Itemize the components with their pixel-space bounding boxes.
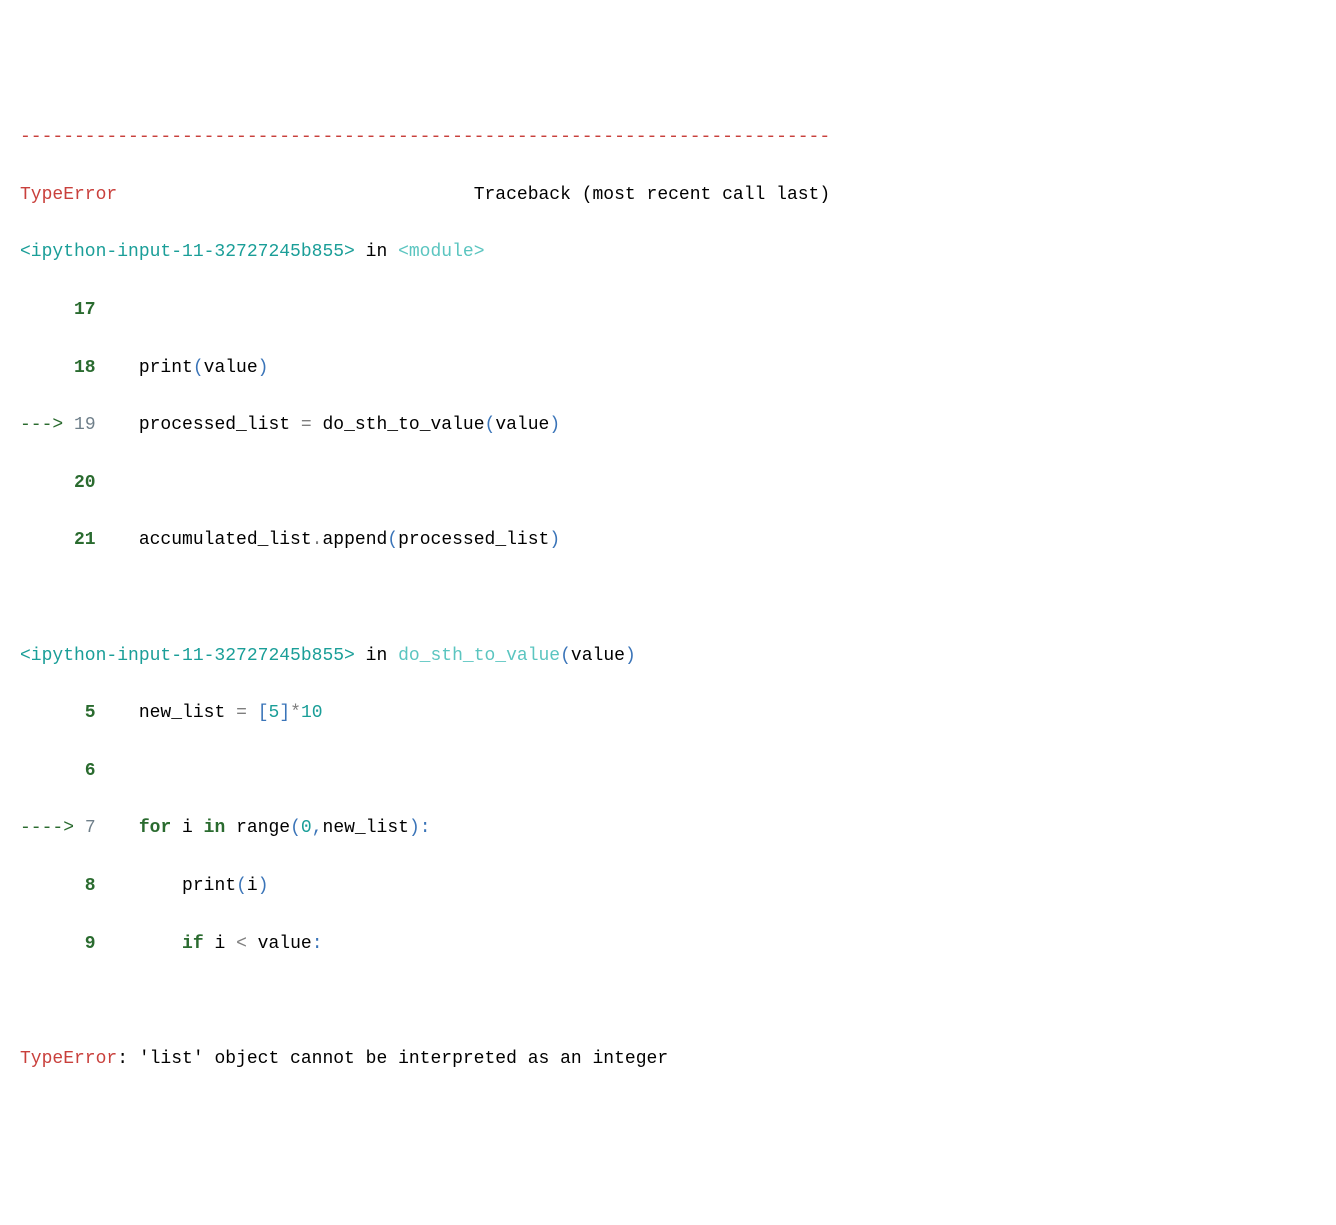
blank-line	[20, 584, 1316, 613]
eq-operator: =	[236, 703, 247, 723]
final-error-message: 'list' object cannot be interpreted as a…	[139, 1049, 668, 1069]
frame2-in: in	[355, 646, 398, 666]
paren-close: )	[549, 415, 560, 435]
line-7-i: i	[171, 818, 203, 838]
in-keyword: in	[204, 818, 226, 838]
frame1-module: <module>	[398, 242, 484, 262]
colon: :	[312, 934, 323, 954]
frame2-location: <ipython-input-11-32727245b855> in do_st…	[20, 642, 1316, 671]
line-num-5: 5	[20, 703, 96, 723]
line-num-19: 19	[74, 415, 96, 435]
paren-close: )	[625, 646, 636, 666]
traceback-header: TypeError Traceback (most recent call la…	[20, 181, 1316, 210]
line-7-pad	[96, 818, 139, 838]
code-line-7: ----> 7 for i in range(0,new_list):	[20, 814, 1316, 843]
code-line-9: 9 if i < value:	[20, 930, 1316, 959]
line-7-zero: 0	[301, 818, 312, 838]
line-5-space	[247, 703, 258, 723]
final-colon: :	[117, 1049, 139, 1069]
frame2-func: do_sth_to_value	[398, 646, 560, 666]
paren-open: (	[485, 415, 496, 435]
line-21-var: accumulated_list	[96, 530, 312, 550]
error-type-label: TypeError	[20, 185, 117, 205]
line-5-ten: 10	[301, 703, 323, 723]
bracket-open: [	[258, 703, 269, 723]
code-line-21: 21 accumulated_list.append(processed_lis…	[20, 526, 1316, 555]
line-num-8: 8	[20, 876, 96, 896]
code-line-18: 18 print(value)	[20, 354, 1316, 383]
paren-close: )	[258, 358, 269, 378]
line-5-var: new_list	[96, 703, 236, 723]
paren-open: (	[236, 876, 247, 896]
line-18-value: value	[204, 358, 258, 378]
lt-operator: <	[236, 934, 247, 954]
paren-close-colon: ):	[409, 818, 431, 838]
line-9-pad	[96, 934, 182, 954]
frame2-source: <ipython-input-11-32727245b855>	[20, 646, 355, 666]
paren-close: )	[258, 876, 269, 896]
comma: ,	[312, 818, 323, 838]
for-keyword: for	[139, 818, 171, 838]
line-19-arg: value	[495, 415, 549, 435]
line-num-21: 21	[20, 530, 96, 550]
paren-close: )	[549, 530, 560, 550]
line-9-value: value	[247, 934, 312, 954]
line-21-arg: processed_list	[398, 530, 549, 550]
dot-operator: .	[312, 530, 323, 550]
line-num-7: 7	[85, 818, 96, 838]
line-18-print: print	[96, 358, 193, 378]
frame1-in: in	[355, 242, 398, 262]
line-7-range: range	[225, 818, 290, 838]
code-line-8: 8 print(i)	[20, 872, 1316, 901]
line-19-func: do_sth_to_value	[312, 415, 485, 435]
paren-open: (	[290, 818, 301, 838]
if-keyword: if	[182, 934, 204, 954]
code-line-19: ---> 19 processed_list = do_sth_to_value…	[20, 411, 1316, 440]
frame1-source: <ipython-input-11-32727245b855>	[20, 242, 355, 262]
arrow-19: --->	[20, 415, 74, 435]
eq-operator: =	[301, 415, 312, 435]
line-num-6: 6	[20, 761, 96, 781]
bracket-close: ]	[279, 703, 290, 723]
line-7-newlist: new_list	[323, 818, 409, 838]
line-9-i: i	[204, 934, 236, 954]
line-8-pad: print	[96, 876, 236, 896]
arrow-7: ---->	[20, 818, 85, 838]
line-8-i: i	[247, 876, 258, 896]
mult-operator: *	[290, 703, 301, 723]
line-num-17: 17	[20, 300, 96, 320]
code-line-20: 20	[20, 469, 1316, 498]
frame1-location: <ipython-input-11-32727245b855> in <modu…	[20, 238, 1316, 267]
line-5-val: 5	[269, 703, 280, 723]
frame2-arg: value	[571, 646, 625, 666]
traceback-recent-label: Traceback (most recent call last)	[474, 185, 830, 205]
line-num-18: 18	[20, 358, 96, 378]
line-19-var: processed_list	[96, 415, 301, 435]
paren-open: (	[387, 530, 398, 550]
paren-open: (	[560, 646, 571, 666]
line-num-20: 20	[20, 473, 96, 493]
final-error-line: TypeError: 'list' object cannot be inter…	[20, 1045, 1316, 1074]
blank-line	[20, 987, 1316, 1016]
traceback-label	[117, 185, 473, 205]
code-line-5: 5 new_list = [5]*10	[20, 699, 1316, 728]
paren-open: (	[193, 358, 204, 378]
line-21-method: append	[322, 530, 387, 550]
line-num-9: 9	[20, 934, 96, 954]
code-line-17: 17	[20, 296, 1316, 325]
code-line-6: 6	[20, 757, 1316, 786]
traceback-divider: ----------------------------------------…	[20, 123, 1316, 152]
final-error-type: TypeError	[20, 1049, 117, 1069]
